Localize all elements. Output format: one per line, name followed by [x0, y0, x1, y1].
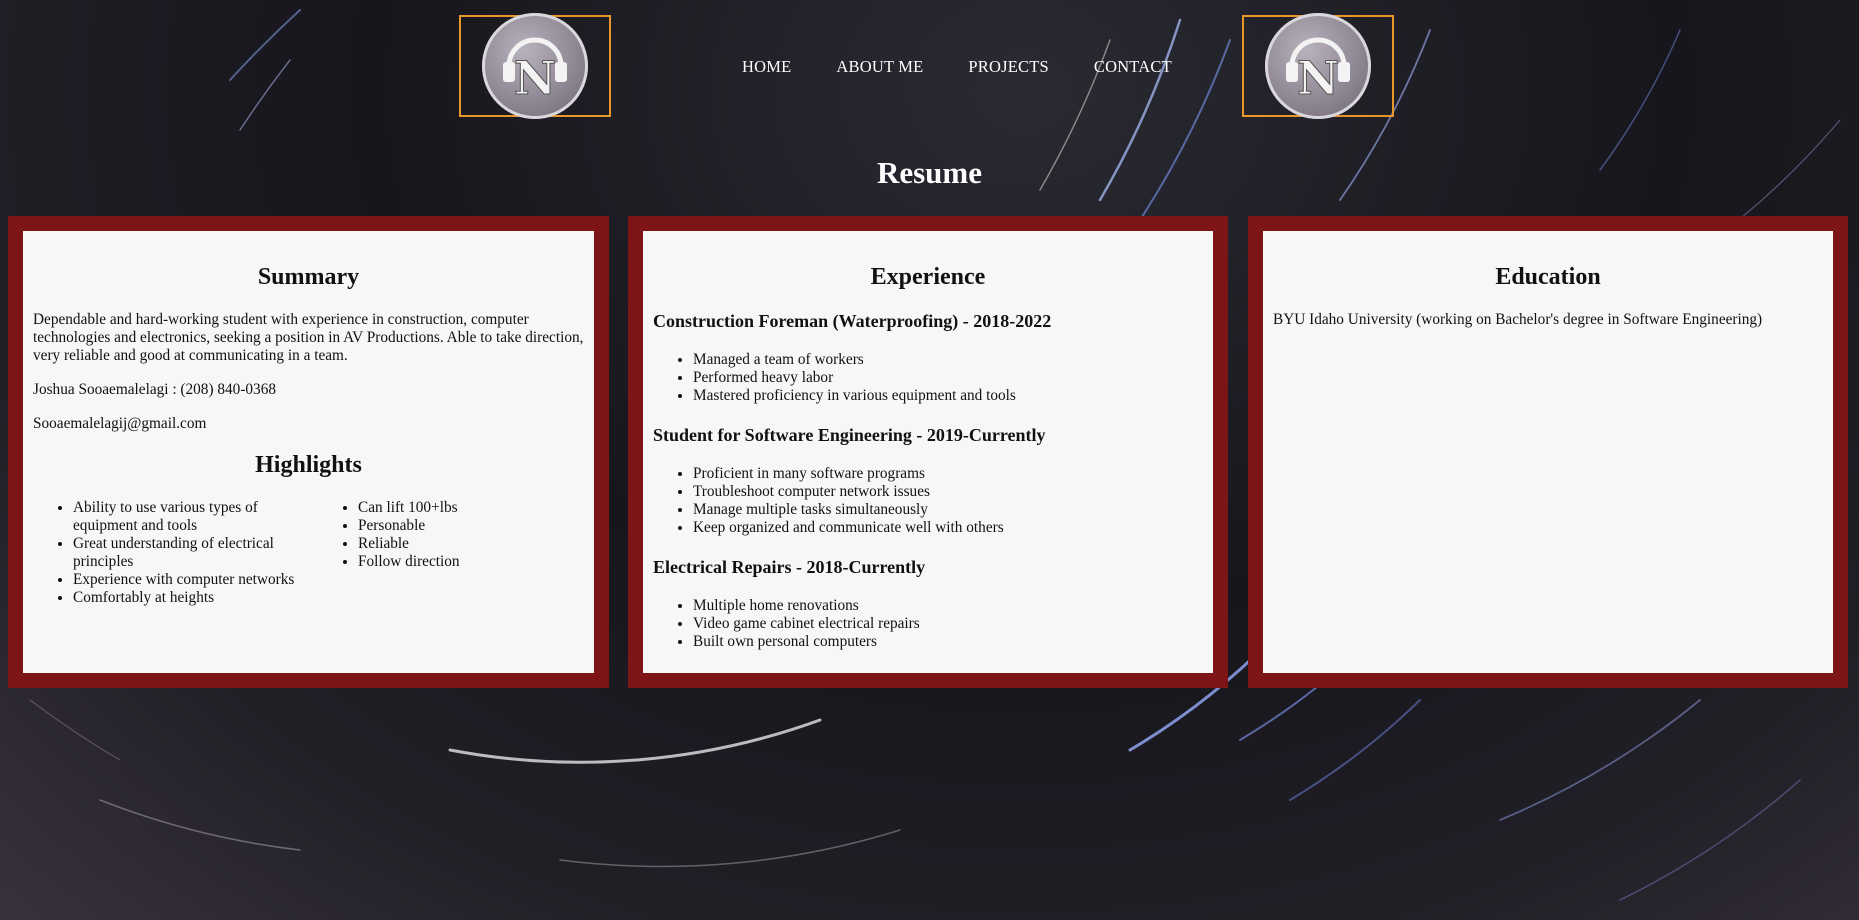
list-item: Mastered proficiency in various equipmen… — [693, 387, 1203, 405]
svg-text:N: N — [1297, 51, 1339, 105]
list-item: Managed a team of workers — [693, 351, 1203, 369]
education-heading: Education — [1495, 264, 1601, 290]
logo-left[interactable]: N — [459, 13, 611, 119]
contact-phone: Joshua Sooaemalelagi : (208) 840-0368 — [33, 381, 277, 398]
svg-text:N: N — [514, 51, 556, 105]
job-title: Student for Software Engineering - 2019-… — [653, 425, 1046, 445]
summary-card-body: Summary Dependable and hard-working stud… — [23, 231, 594, 673]
list-item: Keep organized and communicate well with… — [693, 519, 1203, 537]
page-title: Resume — [876, 155, 983, 190]
list-item: Can lift 100+lbs — [358, 499, 460, 517]
headphones-n-logo-icon: N — [482, 13, 588, 119]
nav-about-link[interactable]: ABOUT ME — [836, 57, 923, 77]
contact-email: Sooaemalelagij@gmail.com — [33, 415, 207, 432]
logo-right[interactable]: N — [1242, 13, 1394, 119]
list-item: Ability to use various types of equipmen… — [73, 499, 318, 535]
nav-home-link[interactable]: HOME — [742, 57, 791, 77]
summary-text: Dependable and hard-working student with… — [33, 311, 584, 364]
list-item: Performed heavy labor — [693, 369, 1203, 387]
list-item: Manage multiple tasks simultaneously — [693, 501, 1203, 519]
education-card-body: Education BYU Idaho University (working … — [1263, 231, 1833, 673]
site-header: N HOME ABOUT ME PROJECTS CONTACT N — [0, 0, 1859, 125]
list-item: Video game cabinet electrical repairs — [693, 615, 1203, 633]
list-item: Built own personal computers — [693, 633, 1203, 651]
list-item: Troubleshoot computer network issues — [693, 483, 1203, 501]
nav-projects-link[interactable]: PROJECTS — [968, 57, 1048, 77]
highlights-lists: Ability to use various types of equipmen… — [33, 499, 584, 623]
headphones-n-logo-icon: N — [1265, 13, 1371, 119]
list-item: Experience with computer networks — [73, 571, 318, 589]
nav-contact-link[interactable]: CONTACT — [1094, 57, 1172, 77]
list-item: Proficient in many software programs — [693, 465, 1203, 483]
list-item: Comfortably at heights — [73, 589, 318, 607]
job-title: Electrical Repairs - 2018-Currently — [653, 557, 926, 577]
job-duties-list: Multiple home renovations Video game cab… — [653, 597, 1203, 651]
job-title: Construction Foreman (Waterproofing) - 2… — [653, 311, 1052, 331]
experience-card-body: Experience Construction Foreman (Waterpr… — [643, 231, 1213, 673]
experience-card: Experience Construction Foreman (Waterpr… — [628, 216, 1228, 688]
education-card: Education BYU Idaho University (working … — [1248, 216, 1848, 688]
education-text: BYU Idaho University (working on Bachelo… — [1273, 311, 1763, 328]
list-item: Personable — [358, 517, 460, 535]
experience-heading: Experience — [870, 264, 986, 290]
list-item: Reliable — [358, 535, 460, 553]
summary-card: Summary Dependable and hard-working stud… — [8, 216, 609, 688]
summary-heading: Summary — [257, 264, 360, 290]
list-item: Multiple home renovations — [693, 597, 1203, 615]
highlights-list-right: Can lift 100+lbs Personable Reliable Fol… — [318, 499, 460, 607]
list-item: Follow direction — [358, 553, 460, 571]
main-nav: HOME ABOUT ME PROJECTS CONTACT — [742, 57, 1217, 77]
job-duties-list: Managed a team of workers Performed heav… — [653, 351, 1203, 405]
list-item: Great understanding of electrical princi… — [73, 535, 318, 571]
highlights-heading: Highlights — [255, 452, 362, 478]
job-duties-list: Proficient in many software programs Tro… — [653, 465, 1203, 537]
highlights-list-left: Ability to use various types of equipmen… — [33, 499, 318, 607]
